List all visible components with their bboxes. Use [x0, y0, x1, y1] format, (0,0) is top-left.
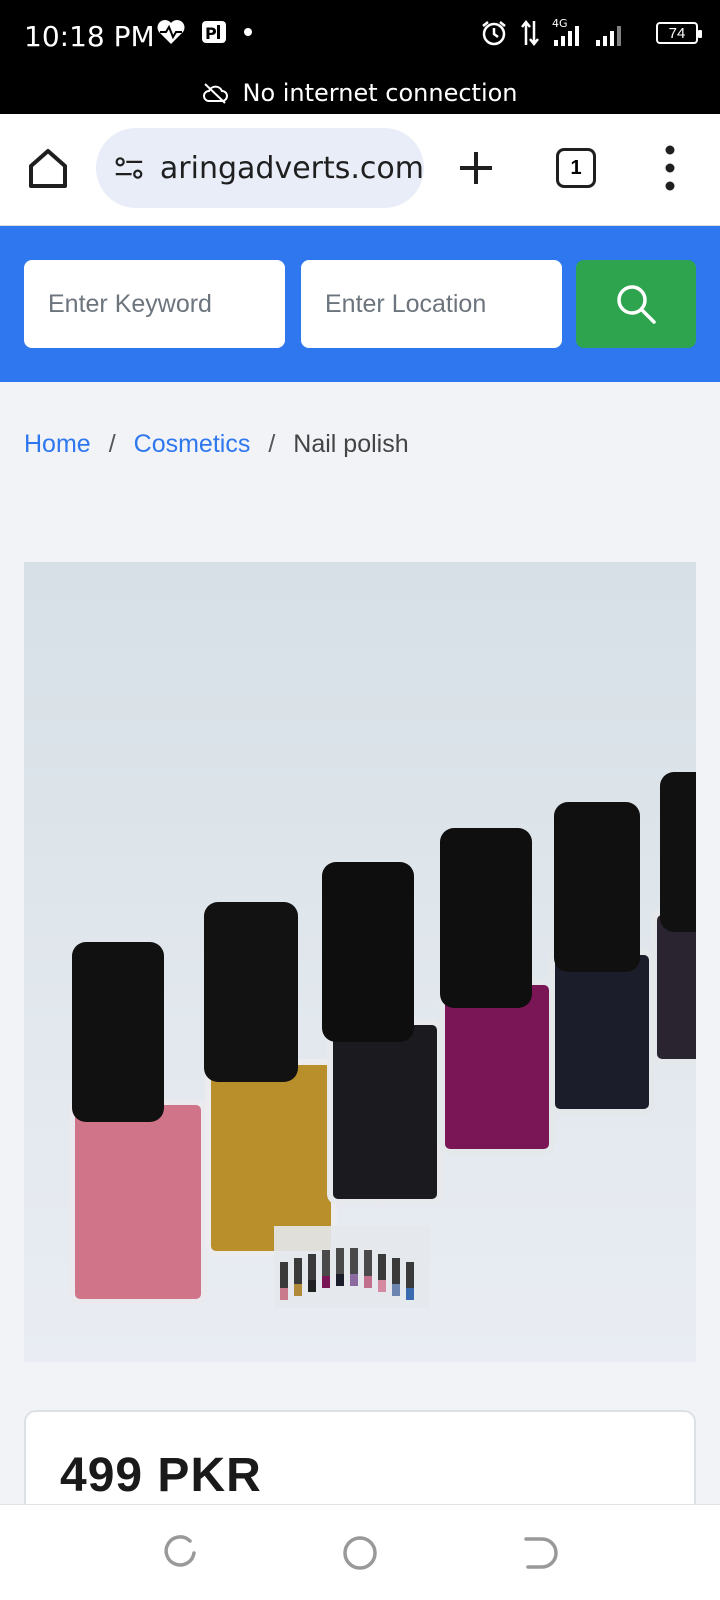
system-nav-bar	[0, 1504, 720, 1600]
product-price: 499 PKR	[60, 1449, 262, 1502]
status-bar: 10:18 PM P 4G 74	[0, 0, 720, 72]
recent-apps-icon[interactable]	[160, 1533, 200, 1573]
breadcrumb-separator: /	[268, 430, 276, 458]
status-time: 10:18 PM	[24, 20, 155, 53]
keyword-placeholder: Enter Keyword	[48, 289, 212, 318]
svg-text:4G: 4G	[552, 18, 568, 30]
alarm-icon	[482, 21, 506, 46]
location-input[interactable]: Enter Location	[301, 260, 562, 348]
product-image[interactable]	[24, 562, 696, 1362]
address-bar[interactable]: aringadverts.com	[96, 128, 424, 208]
home-circle-icon[interactable]	[340, 1533, 380, 1573]
cloud-off-icon	[203, 83, 229, 104]
breadcrumb-cosmetics[interactable]: Cosmetics	[134, 430, 251, 459]
search-section: Enter Keyword Enter Location	[0, 226, 720, 382]
dot-icon	[244, 28, 252, 36]
battery-icon: 74	[656, 22, 702, 44]
new-tab-icon[interactable]	[456, 148, 496, 188]
signal-icon: 4G	[552, 18, 621, 46]
tab-count: 1	[570, 156, 582, 179]
overflow-menu-icon[interactable]	[660, 142, 680, 194]
tab-switcher-icon[interactable]: 1	[556, 148, 596, 188]
battery-level: 74	[668, 24, 686, 42]
breadcrumb-current: Nail polish	[293, 430, 409, 458]
svg-text:P: P	[205, 24, 217, 43]
url-text: aringadverts.com	[159, 150, 424, 186]
no-internet-text: No internet connection	[242, 79, 518, 107]
back-icon[interactable]	[520, 1533, 560, 1573]
site-info-icon[interactable]	[114, 153, 144, 183]
parking-app-icon: P	[202, 21, 226, 43]
nail-polish-thumbnail	[274, 1226, 430, 1308]
breadcrumb-home[interactable]: Home	[24, 430, 91, 459]
keyword-input[interactable]: Enter Keyword	[24, 260, 285, 348]
nail-polish-bottles-illustration	[69, 772, 696, 1308]
heart-icon	[157, 20, 185, 44]
browser-toolbar: aringadverts.com 1	[0, 114, 720, 226]
data-arrows-icon	[521, 19, 539, 47]
breadcrumb: Home / Cosmetics / Nail polish	[24, 430, 409, 459]
location-placeholder: Enter Location	[325, 289, 487, 318]
home-icon[interactable]	[26, 146, 70, 190]
breadcrumb-separator: /	[108, 430, 116, 458]
search-icon	[617, 285, 656, 324]
search-button[interactable]	[576, 260, 696, 348]
no-internet-banner: No internet connection	[0, 72, 720, 114]
